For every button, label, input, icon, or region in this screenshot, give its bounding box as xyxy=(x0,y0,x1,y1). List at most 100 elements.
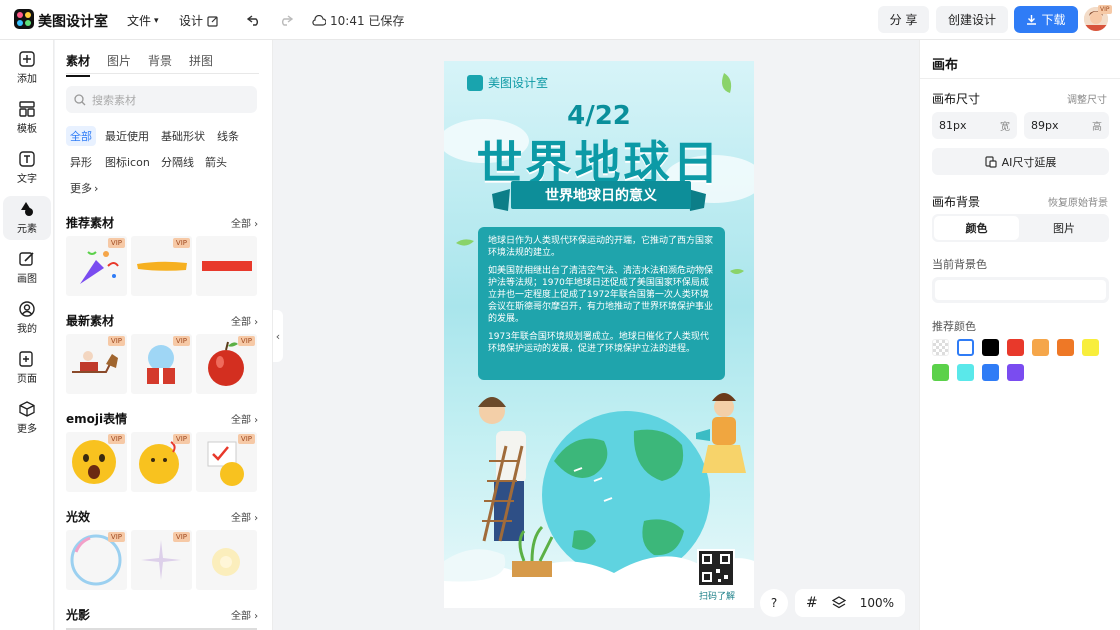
canvas-size-label: 画布尺寸 xyxy=(932,92,981,106)
color-swatch[interactable] xyxy=(1007,364,1024,381)
poster-paragraph: 1973年联合国环境规划署成立。地球日催化了人类现代环境保护运动的发展，促进了环… xyxy=(488,332,709,354)
color-swatch[interactable] xyxy=(957,364,974,381)
tag-basic-shapes[interactable]: 基础形状 xyxy=(157,126,209,146)
help-button[interactable]: ? xyxy=(760,589,788,617)
vip-badge: VIP xyxy=(237,434,255,444)
material-thumb-sleigh[interactable]: VIP xyxy=(66,334,127,394)
zoom-level[interactable]: 100% xyxy=(860,596,894,610)
vip-badge: VIP xyxy=(172,532,190,542)
section-all-link[interactable]: 全部 › xyxy=(231,215,258,230)
section-all-link[interactable]: 全部 › xyxy=(231,509,258,524)
redo-button[interactable] xyxy=(274,8,298,32)
section-all-label: 全部 xyxy=(231,317,251,328)
template-icon xyxy=(19,101,35,117)
download-icon xyxy=(1027,15,1037,25)
share-button[interactable]: 分 享 xyxy=(878,6,929,33)
poster-paragraph: 如美国就相继出台了清洁空气法、清洁水法和濒危动物保护法等法规；1970年地球日还… xyxy=(488,266,714,324)
color-swatch[interactable] xyxy=(1057,339,1074,356)
material-thumb-brush-yellow[interactable]: VIP xyxy=(131,236,192,296)
poster-paragraph: 地球日作为人类现代环保运动的开端，它推动了西方国家环境法规的建立。 xyxy=(488,236,714,258)
tag-dividers[interactable]: 分隔线 xyxy=(157,152,198,172)
create-design-button[interactable]: 创建设计 xyxy=(936,6,1008,33)
tag-all[interactable]: 全部 xyxy=(66,126,96,146)
save-status: 10:41 已保存 xyxy=(312,12,404,29)
layers-icon[interactable] xyxy=(831,596,846,610)
rail-label: 页面 xyxy=(17,374,37,385)
download-button[interactable]: 下载 xyxy=(1014,6,1078,33)
chevron-left-icon: ‹ xyxy=(275,329,281,343)
tag-icons[interactable]: 图标icon xyxy=(101,152,154,172)
tag-recent[interactable]: 最近使用 xyxy=(101,126,153,146)
section-all-link[interactable]: 全部 › xyxy=(231,313,258,328)
collapse-panel-button[interactable]: ‹ xyxy=(273,310,283,362)
search-input[interactable]: 搜索素材 xyxy=(66,86,257,113)
section-all-link[interactable]: 全部 › xyxy=(231,411,258,426)
canvas-toolbar: # 100% xyxy=(795,589,905,617)
ai-size-expand-button[interactable]: AI尺寸延展 xyxy=(932,148,1109,175)
tag-lines[interactable]: 线条 xyxy=(213,126,243,146)
grid-icon[interactable]: # xyxy=(806,595,818,611)
brand-name: 美图设计室 xyxy=(38,14,108,30)
material-thumb-confetti[interactable]: VIP xyxy=(66,236,127,296)
download-label: 下载 xyxy=(1041,13,1066,27)
rail-item-add[interactable]: 添加 xyxy=(3,46,51,90)
design-menu[interactable]: 设计 xyxy=(179,12,219,29)
tag-irregular[interactable]: 异形 xyxy=(66,152,96,172)
search-placeholder: 搜索素材 xyxy=(92,93,136,107)
rail-item-draw[interactable]: 画图 xyxy=(3,246,51,290)
rail-item-template[interactable]: 模板 xyxy=(3,96,51,140)
width-field[interactable]: 81px 宽 xyxy=(932,112,1017,139)
rail-item-more[interactable]: 更多 xyxy=(3,396,51,440)
color-swatch[interactable] xyxy=(1007,339,1024,356)
restore-bg-link[interactable]: 恢复原始背景 xyxy=(1048,194,1108,209)
width-unit: 宽 xyxy=(1000,122,1010,133)
color-swatch[interactable] xyxy=(1082,339,1099,356)
emoji-thumb-shocked[interactable]: VIP xyxy=(66,432,127,492)
poster-text-box: 地球日作为人类现代环保运动的开端，它推动了西方国家环境法规的建立。 如美国就相继… xyxy=(478,227,725,380)
rail-item-mine[interactable]: 我的 xyxy=(3,296,51,340)
poster-logo: 美图设计室 xyxy=(467,74,548,91)
color-swatch[interactable] xyxy=(982,364,999,381)
left-rail: 添加 模板 文字 元素 画图 我的 页面 更多 xyxy=(0,40,54,630)
top-bar: 美图设计室 文件 ▾ 设计 10:41 已保存 分 享 创建设计 下载 VIP xyxy=(0,0,1120,40)
emoji-thumb-check[interactable]: VIP xyxy=(196,432,257,492)
seg-image[interactable]: 图片 xyxy=(1021,216,1107,240)
canvas-properties-panel: 画布 画布尺寸 调整尺寸 81px 宽 89px 高 AI尺寸延展 画布背景 恢… xyxy=(919,40,1120,630)
tag-arrows[interactable]: 箭头 xyxy=(201,152,231,172)
vip-badge: VIP xyxy=(107,532,125,542)
app-logo-icon xyxy=(14,9,34,29)
color-swatch[interactable] xyxy=(932,364,949,381)
pencil-icon xyxy=(19,252,34,266)
material-thumb-apple[interactable]: VIP xyxy=(196,334,257,394)
adjust-size-link[interactable]: 调整尺寸 xyxy=(1067,91,1107,106)
emoji-thumb-thinking[interactable]: VIP xyxy=(131,432,192,492)
tag-more[interactable]: 更多 › xyxy=(66,178,102,198)
effect-thumb-sparkle[interactable]: VIP xyxy=(131,530,192,590)
color-swatch[interactable] xyxy=(982,339,999,356)
material-thumb-red-bar[interactable] xyxy=(196,236,257,296)
page-add-icon xyxy=(19,351,33,367)
ai-size-expand-label: AI尺寸延展 xyxy=(1001,155,1057,169)
rail-item-page[interactable]: 页面 xyxy=(3,346,51,390)
poster-canvas[interactable]: 美图设计室 4/22 世界地球日 世界地球日的意义 地球日作为人类现代环保运动的… xyxy=(444,61,754,608)
material-thumb-snowglobe[interactable]: VIP xyxy=(131,334,192,394)
rail-item-text[interactable]: 文字 xyxy=(3,146,51,190)
user-icon xyxy=(19,301,35,317)
color-swatch[interactable] xyxy=(957,339,974,356)
undo-button[interactable] xyxy=(242,8,266,32)
edit-icon xyxy=(207,15,218,27)
height-value: 89px xyxy=(1031,119,1059,132)
current-bg-color-swatch[interactable] xyxy=(932,277,1109,303)
rail-item-elements[interactable]: 元素 xyxy=(3,196,51,240)
height-field[interactable]: 89px 高 xyxy=(1024,112,1109,139)
height-unit: 高 xyxy=(1092,122,1102,133)
effect-thumb-bubble[interactable]: VIP xyxy=(66,530,127,590)
color-swatch[interactable] xyxy=(1032,339,1049,356)
section-all-link[interactable]: 全部 › xyxy=(231,607,258,622)
vip-badge: VIP xyxy=(107,434,125,444)
effect-thumb-glow[interactable] xyxy=(196,530,257,590)
file-menu[interactable]: 文件 ▾ xyxy=(127,12,159,29)
seg-color[interactable]: 颜色 xyxy=(934,216,1019,240)
redo-icon xyxy=(282,15,293,26)
color-swatch[interactable] xyxy=(932,339,949,356)
